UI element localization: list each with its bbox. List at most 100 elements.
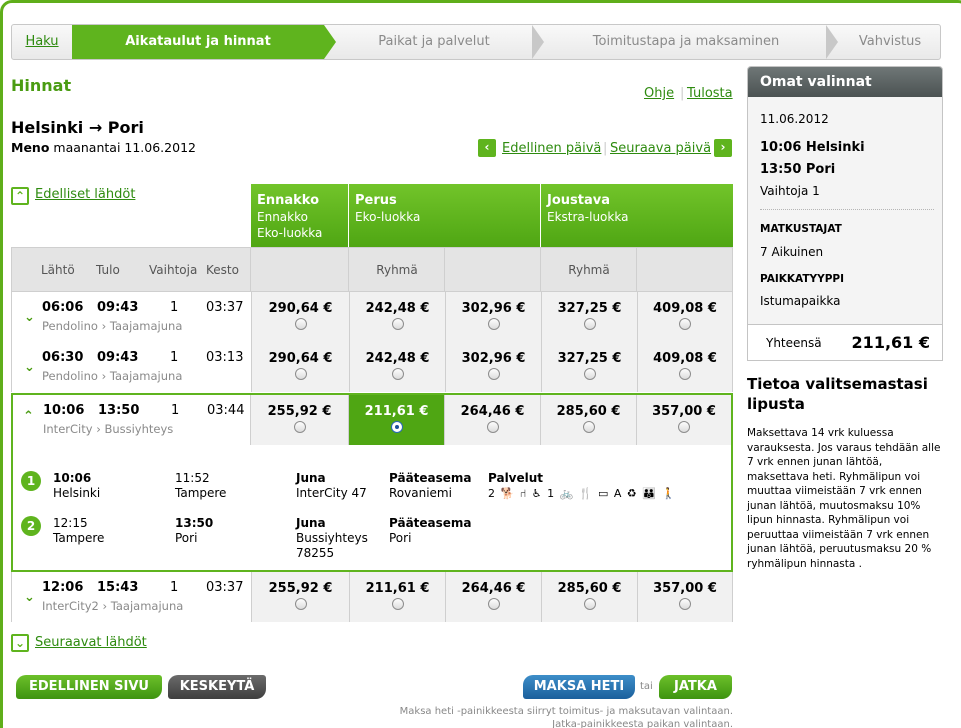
price-radio[interactable] bbox=[486, 421, 499, 433]
price-cell[interactable]: 357,00 € bbox=[637, 572, 732, 622]
price-cell[interactable]: 290,64 € bbox=[251, 342, 349, 392]
step-timetables: Aikataulut ja hinnat bbox=[72, 25, 324, 59]
direction-line: Meno maanantai 11.06.2012 bbox=[11, 140, 196, 155]
price-cell[interactable]: 285,60 € bbox=[541, 572, 637, 622]
price-radio[interactable] bbox=[294, 318, 307, 330]
trip-departure: 06:06 bbox=[42, 300, 84, 315]
price-radio[interactable] bbox=[391, 368, 404, 380]
chevron-up-icon[interactable]: ⌃ bbox=[11, 187, 29, 205]
help-link[interactable]: Ohje bbox=[644, 86, 674, 101]
chevron-down-icon[interactable]: ⌄ bbox=[11, 634, 29, 652]
route-title: Helsinki → Pori bbox=[11, 118, 144, 137]
step-confirm: Vahvistus bbox=[858, 34, 922, 49]
price-cell[interactable]: 290,64 € bbox=[251, 292, 349, 342]
price-amount: 327,25 € bbox=[557, 301, 622, 316]
col-group-joustava: Ryhmä bbox=[541, 263, 637, 277]
price-radio[interactable] bbox=[294, 598, 307, 610]
leg-dep-time: 12:15 bbox=[53, 516, 88, 530]
step-search[interactable]: Haku bbox=[12, 25, 72, 59]
pay-now-button[interactable]: MAKSA HETI bbox=[523, 675, 635, 699]
chevron-down-icon[interactable]: ⌄ bbox=[24, 590, 35, 605]
price-radio[interactable] bbox=[391, 598, 404, 610]
print-link[interactable]: Tulosta bbox=[687, 86, 733, 101]
price-cell[interactable]: 327,25 € bbox=[541, 292, 637, 342]
price-cell[interactable]: 327,25 € bbox=[541, 342, 637, 392]
chevron-down-icon[interactable]: ⌄ bbox=[24, 310, 35, 325]
services-label: Palvelut bbox=[488, 471, 544, 485]
prev-day-link[interactable]: Edellinen päivä bbox=[502, 141, 601, 156]
prev-departures-link[interactable]: Edelliset lähdöt bbox=[35, 187, 135, 202]
next-departures-link[interactable]: Seuraavat lähdöt bbox=[35, 635, 147, 650]
my-selections-panel: Omat valinnat 11.06.2012 10:06 Helsinki … bbox=[747, 66, 943, 361]
fare-group-line: Ekstra-luokka bbox=[547, 210, 629, 224]
price-amount: 242,48 € bbox=[365, 351, 430, 366]
price-cell[interactable]: 264,46 € bbox=[444, 395, 540, 445]
price-cell[interactable]: 409,08 € bbox=[637, 292, 732, 342]
price-cell[interactable]: 242,48 € bbox=[349, 342, 445, 392]
next-day-link[interactable]: Seuraava päivä bbox=[610, 141, 711, 156]
price-cell[interactable]: 242,48 € bbox=[349, 292, 445, 342]
prev-day-button[interactable]: ‹ bbox=[478, 139, 496, 157]
chevron-up-icon[interactable]: ⌃ bbox=[23, 409, 34, 424]
price-cell[interactable]: 302,96 € bbox=[445, 342, 541, 392]
price-radio[interactable] bbox=[294, 368, 307, 380]
price-cell[interactable]: 264,46 € bbox=[445, 572, 541, 622]
price-cell[interactable]: 302,96 € bbox=[445, 292, 541, 342]
trip-duration: 03:37 bbox=[206, 580, 244, 595]
price-radio[interactable] bbox=[487, 368, 500, 380]
price-amount: 302,96 € bbox=[461, 301, 526, 316]
leg-destination: Pääteasema Rovaniemi bbox=[389, 471, 472, 501]
price-radio[interactable] bbox=[487, 598, 500, 610]
price-radio[interactable] bbox=[293, 421, 306, 433]
price-amount: 357,00 € bbox=[653, 581, 717, 596]
price-radio[interactable] bbox=[391, 318, 404, 330]
price-cell[interactable]: 255,92 € bbox=[251, 572, 349, 622]
leg-arrival: 13:50 Pori bbox=[175, 516, 213, 546]
price-amount: 285,60 € bbox=[557, 581, 622, 596]
leg-vehicle: Juna InterCity 47 bbox=[296, 471, 367, 501]
panel-departure: 10:06 Helsinki bbox=[760, 140, 865, 155]
trip-departure: 12:06 bbox=[42, 580, 84, 595]
link-separator: | bbox=[603, 141, 608, 156]
trip-arrival: 15:43 bbox=[97, 580, 139, 595]
trip-row[interactable]: ⌄ 06:30 09:43 1 03:13 Pendolino › Taajam… bbox=[11, 342, 733, 392]
price-radio-selected[interactable] bbox=[390, 421, 403, 433]
price-radio[interactable] bbox=[678, 421, 690, 433]
price-radio[interactable] bbox=[582, 421, 595, 433]
divider bbox=[636, 248, 637, 291]
price-cell[interactable]: 357,00 € bbox=[636, 395, 731, 445]
leg-type: Juna bbox=[296, 516, 326, 530]
trip-arrival: 09:43 bbox=[97, 350, 139, 365]
price-cell-selected[interactable]: 211,61 € bbox=[348, 395, 444, 445]
trip-trains: InterCity › Bussiyhteys bbox=[43, 422, 174, 436]
chevron-down-icon[interactable]: ⌄ bbox=[24, 360, 35, 375]
price-amount: 285,60 € bbox=[556, 404, 621, 419]
trip-row[interactable]: ⌄ 12:06 15:43 1 03:37 InterCity2 › Taaja… bbox=[11, 572, 733, 622]
price-cell[interactable]: 255,92 € bbox=[250, 395, 348, 445]
col-group-perus: Ryhmä bbox=[349, 263, 445, 277]
fare-group-name: Ennakko bbox=[257, 193, 320, 208]
next-day-button[interactable]: › bbox=[714, 139, 732, 157]
price-radio[interactable] bbox=[679, 318, 691, 330]
cancel-button[interactable]: KESKEYTÄ bbox=[168, 675, 266, 699]
price-cell[interactable]: 285,60 € bbox=[540, 395, 636, 445]
trip-row[interactable]: ⌃ 10:06 13:50 1 03:44 InterCity › Bussiy… bbox=[13, 395, 731, 445]
continue-button[interactable]: JATKA bbox=[659, 675, 732, 699]
prev-page-button[interactable]: EDELLINEN SIVU bbox=[16, 675, 162, 699]
price-amount: 264,46 € bbox=[461, 581, 526, 596]
price-radio[interactable] bbox=[487, 318, 500, 330]
panel-travellers: 7 Aikuinen bbox=[760, 245, 824, 259]
price-radio[interactable] bbox=[583, 318, 596, 330]
trip-row[interactable]: ⌄ 06:06 09:43 1 03:37 Pendolino › Taajam… bbox=[11, 292, 733, 342]
leg-arrival: 11:52 Tampere bbox=[175, 471, 226, 501]
price-radio[interactable] bbox=[679, 368, 691, 380]
price-radio[interactable] bbox=[583, 368, 596, 380]
ticket-info-text: Maksettava 14 vrk kuluessa varauksesta. … bbox=[747, 427, 941, 570]
price-cell[interactable]: 409,08 € bbox=[637, 342, 732, 392]
price-radio[interactable] bbox=[679, 598, 691, 610]
price-radio[interactable] bbox=[583, 598, 596, 610]
leg-arr-time: 13:50 bbox=[175, 516, 214, 530]
leg-dep-time: 10:06 bbox=[53, 471, 92, 485]
price-cell[interactable]: 211,61 € bbox=[349, 572, 445, 622]
leg-number: 2 bbox=[21, 516, 41, 536]
